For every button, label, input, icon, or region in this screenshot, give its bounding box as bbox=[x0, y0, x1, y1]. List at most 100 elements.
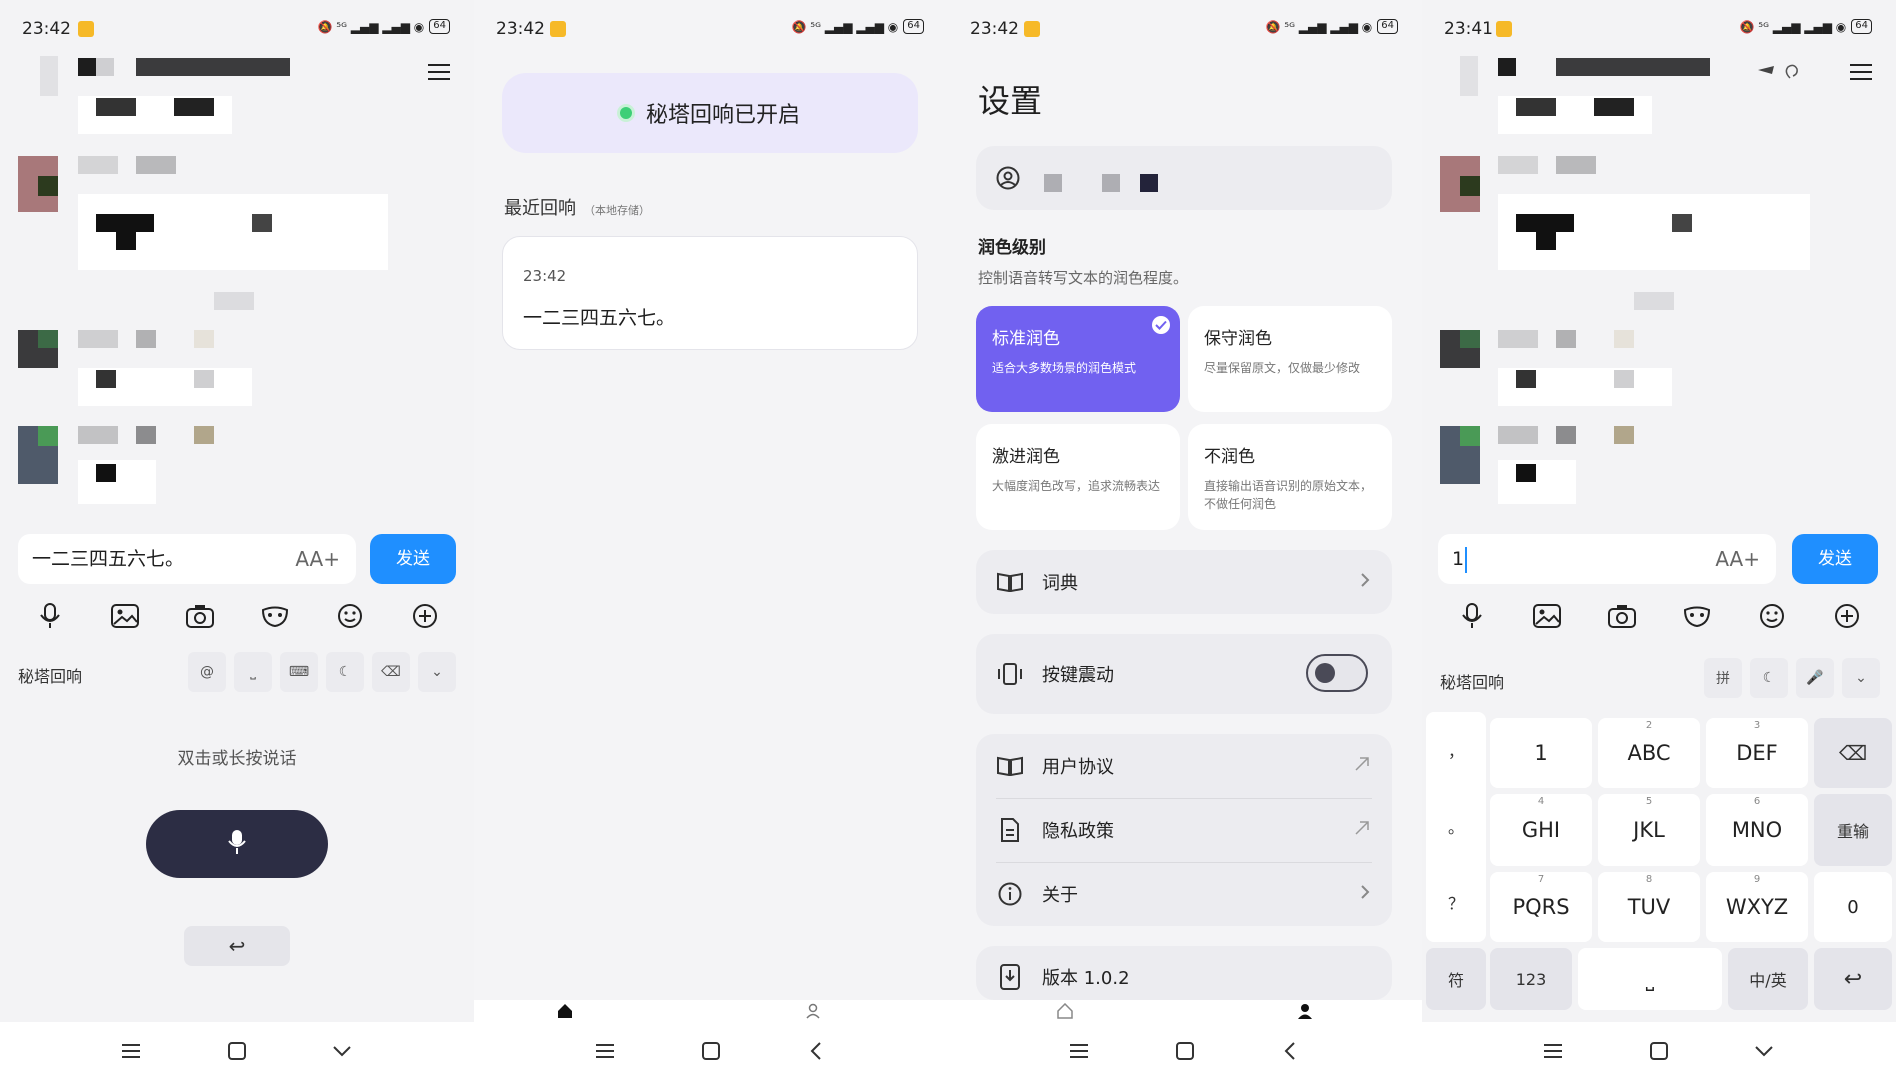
text-style-icon[interactable]: AA+ bbox=[295, 534, 340, 584]
key-7[interactable]: 7 PQRS bbox=[1490, 872, 1592, 942]
home-icon[interactable] bbox=[1644, 1036, 1674, 1066]
status-icons: 🔕 ⁵ᴳ ▂▄▆ ▂▄▆ ◉ 64 bbox=[318, 19, 450, 34]
send-button[interactable]: 发送 bbox=[1792, 534, 1878, 584]
camera-icon[interactable] bbox=[1602, 596, 1642, 636]
vibration-icon bbox=[996, 660, 1024, 688]
key-8[interactable]: 8 TUV bbox=[1598, 872, 1700, 942]
tab-home-icon[interactable] bbox=[1056, 1002, 1074, 1020]
menu-icon[interactable] bbox=[1850, 62, 1874, 82]
message-input[interactable]: 一二三四五六七。 AA+ bbox=[18, 534, 356, 584]
mask-icon[interactable] bbox=[255, 596, 295, 636]
app-tab-bar bbox=[474, 1000, 948, 1022]
status-icons: 🔕 ⁵ᴳ ▂▄▆ ▂▄▆ ◉ 64 bbox=[1740, 19, 1872, 34]
number-key[interactable]: 123 bbox=[1490, 948, 1572, 1010]
enter-button[interactable]: ↩ bbox=[184, 926, 290, 966]
polish-option-none[interactable]: 不润色 直接输出语音识别的原始文本，不做任何润色 bbox=[1188, 424, 1392, 530]
status-time: 23:41 bbox=[1444, 19, 1493, 39]
chat-screen-keyboard: 23:41 🔕 ⁵ᴳ ▂▄▆ ▂▄▆ ◉ 64 1 AA+ 发送 秘塔回响 拼 … bbox=[1422, 0, 1896, 1080]
keyboard-switch-icon[interactable]: ⌨ bbox=[280, 652, 318, 692]
key-0[interactable]: 0 bbox=[1814, 872, 1892, 942]
emoji-icon[interactable] bbox=[1752, 596, 1792, 636]
external-link-icon bbox=[1354, 756, 1370, 777]
voice-input-icon[interactable]: 🎤 bbox=[1796, 658, 1834, 698]
reinput-key[interactable]: 重输 bbox=[1814, 794, 1892, 866]
tab-profile-icon[interactable] bbox=[804, 1002, 822, 1020]
gallery-icon[interactable] bbox=[105, 596, 145, 636]
back-icon[interactable] bbox=[801, 1036, 831, 1066]
home-icon[interactable] bbox=[696, 1036, 726, 1066]
vibration-toggle[interactable] bbox=[1306, 654, 1368, 692]
recents-icon[interactable] bbox=[1539, 1036, 1569, 1066]
recents-icon[interactable] bbox=[117, 1036, 147, 1066]
question-key[interactable]: ？ bbox=[1426, 864, 1486, 940]
home-icon[interactable] bbox=[222, 1036, 252, 1066]
key-1[interactable]: 1 bbox=[1490, 718, 1592, 788]
key-6[interactable]: 6 MNO bbox=[1706, 794, 1808, 866]
external-link-icon bbox=[1354, 820, 1370, 841]
space-key[interactable]: ⎵ bbox=[1578, 948, 1722, 1010]
polish-option-conservative[interactable]: 保守润色 尽量保留原文，仅做最少修改 bbox=[1188, 306, 1392, 412]
version-row: 版本 1.0.2 bbox=[976, 946, 1392, 1000]
key-3[interactable]: 3 DEF bbox=[1706, 718, 1808, 788]
status-icons: 🔕 ⁵ᴳ ▂▄▆ ▂▄▆ ◉ 64 bbox=[792, 19, 924, 34]
pinyin-mode-key[interactable]: 拼 bbox=[1704, 658, 1742, 698]
key-5[interactable]: 5 JKL bbox=[1598, 794, 1700, 866]
send-button[interactable]: 发送 bbox=[370, 534, 456, 584]
home-icon[interactable] bbox=[1170, 1036, 1200, 1066]
back-icon[interactable] bbox=[1275, 1036, 1305, 1066]
collapse-icon[interactable]: ⌄ bbox=[1842, 658, 1880, 698]
system-nav-bar bbox=[474, 1022, 948, 1080]
space-key[interactable]: ⎵ bbox=[234, 652, 272, 692]
symbol-key[interactable]: 符 bbox=[1426, 948, 1486, 1010]
chevron-down-icon[interactable] bbox=[1749, 1036, 1779, 1066]
night-mode-icon[interactable]: ☾ bbox=[326, 652, 364, 692]
app-tab-bar bbox=[948, 1000, 1422, 1022]
backspace-icon[interactable]: ⌫ bbox=[372, 652, 410, 692]
key-4[interactable]: 4 GHI bbox=[1490, 794, 1592, 866]
home-screen: 23:42 🔕 ⁵ᴳ ▂▄▆ ▂▄▆ ◉ 64 秘塔回响已开启 最近回响 （本地存储… bbox=[474, 0, 948, 1080]
ear-icon[interactable] bbox=[1756, 64, 1802, 84]
battery-icon: 64 bbox=[1851, 19, 1872, 34]
night-mode-icon[interactable]: ☾ bbox=[1750, 658, 1788, 698]
punctuation-column[interactable]: ， 。 ？ bbox=[1426, 712, 1486, 942]
mask-icon[interactable] bbox=[1677, 596, 1717, 636]
menu-icon[interactable] bbox=[428, 62, 452, 82]
emoji-icon[interactable] bbox=[330, 596, 370, 636]
tab-home-icon[interactable] bbox=[556, 1002, 574, 1020]
voice-record-button[interactable] bbox=[146, 810, 328, 878]
key-2[interactable]: 2 ABC bbox=[1598, 718, 1700, 788]
microphone-icon[interactable] bbox=[30, 596, 70, 636]
message-input[interactable]: 1 AA+ bbox=[1438, 534, 1776, 584]
tab-profile-icon[interactable] bbox=[1296, 1002, 1314, 1020]
language-switch-key[interactable]: 中/英 bbox=[1728, 948, 1808, 1010]
polish-option-standard[interactable]: 标准润色 适合大多数场景的润色模式 bbox=[976, 306, 1180, 412]
text-style-icon[interactable]: AA+ bbox=[1715, 534, 1760, 584]
key-9[interactable]: 9 WXYZ bbox=[1706, 872, 1808, 942]
voice-hint: 双击或长按说话 bbox=[177, 749, 297, 769]
recent-item-time: 23:42 bbox=[523, 267, 567, 285]
collapse-icon[interactable]: ⌄ bbox=[418, 652, 456, 692]
dictionary-row[interactable]: 词典 bbox=[976, 550, 1392, 614]
chevron-down-icon[interactable] bbox=[327, 1036, 357, 1066]
about-row[interactable]: 关于 bbox=[976, 862, 1392, 926]
recent-item-card[interactable]: 23:42 一二三四五六七。 bbox=[502, 236, 918, 350]
microphone-icon[interactable] bbox=[1452, 596, 1492, 636]
recents-icon[interactable] bbox=[591, 1036, 621, 1066]
camera-icon[interactable] bbox=[180, 596, 220, 636]
backspace-key[interactable]: ⌫ bbox=[1814, 718, 1892, 788]
comma-key[interactable]: ， bbox=[1426, 712, 1486, 788]
at-key[interactable]: @ bbox=[188, 652, 226, 692]
polish-option-aggressive[interactable]: 激进润色 大幅度润色改写，追求流畅表达 bbox=[976, 424, 1180, 530]
book-icon bbox=[996, 568, 1024, 596]
enter-key[interactable]: ↩ bbox=[1814, 948, 1892, 1010]
gallery-icon[interactable] bbox=[1527, 596, 1567, 636]
recents-icon[interactable] bbox=[1065, 1036, 1095, 1066]
battery-icon: 64 bbox=[903, 19, 924, 34]
plus-icon[interactable] bbox=[405, 596, 445, 636]
plus-icon[interactable] bbox=[1827, 596, 1867, 636]
user-agreement-row[interactable]: 用户协议 bbox=[976, 734, 1392, 798]
account-card[interactable] bbox=[976, 146, 1392, 210]
period-key[interactable]: 。 bbox=[1426, 788, 1486, 864]
privacy-policy-row[interactable]: 隐私政策 bbox=[976, 798, 1392, 862]
recent-item-text: 一二三四五六七。 bbox=[523, 307, 676, 329]
